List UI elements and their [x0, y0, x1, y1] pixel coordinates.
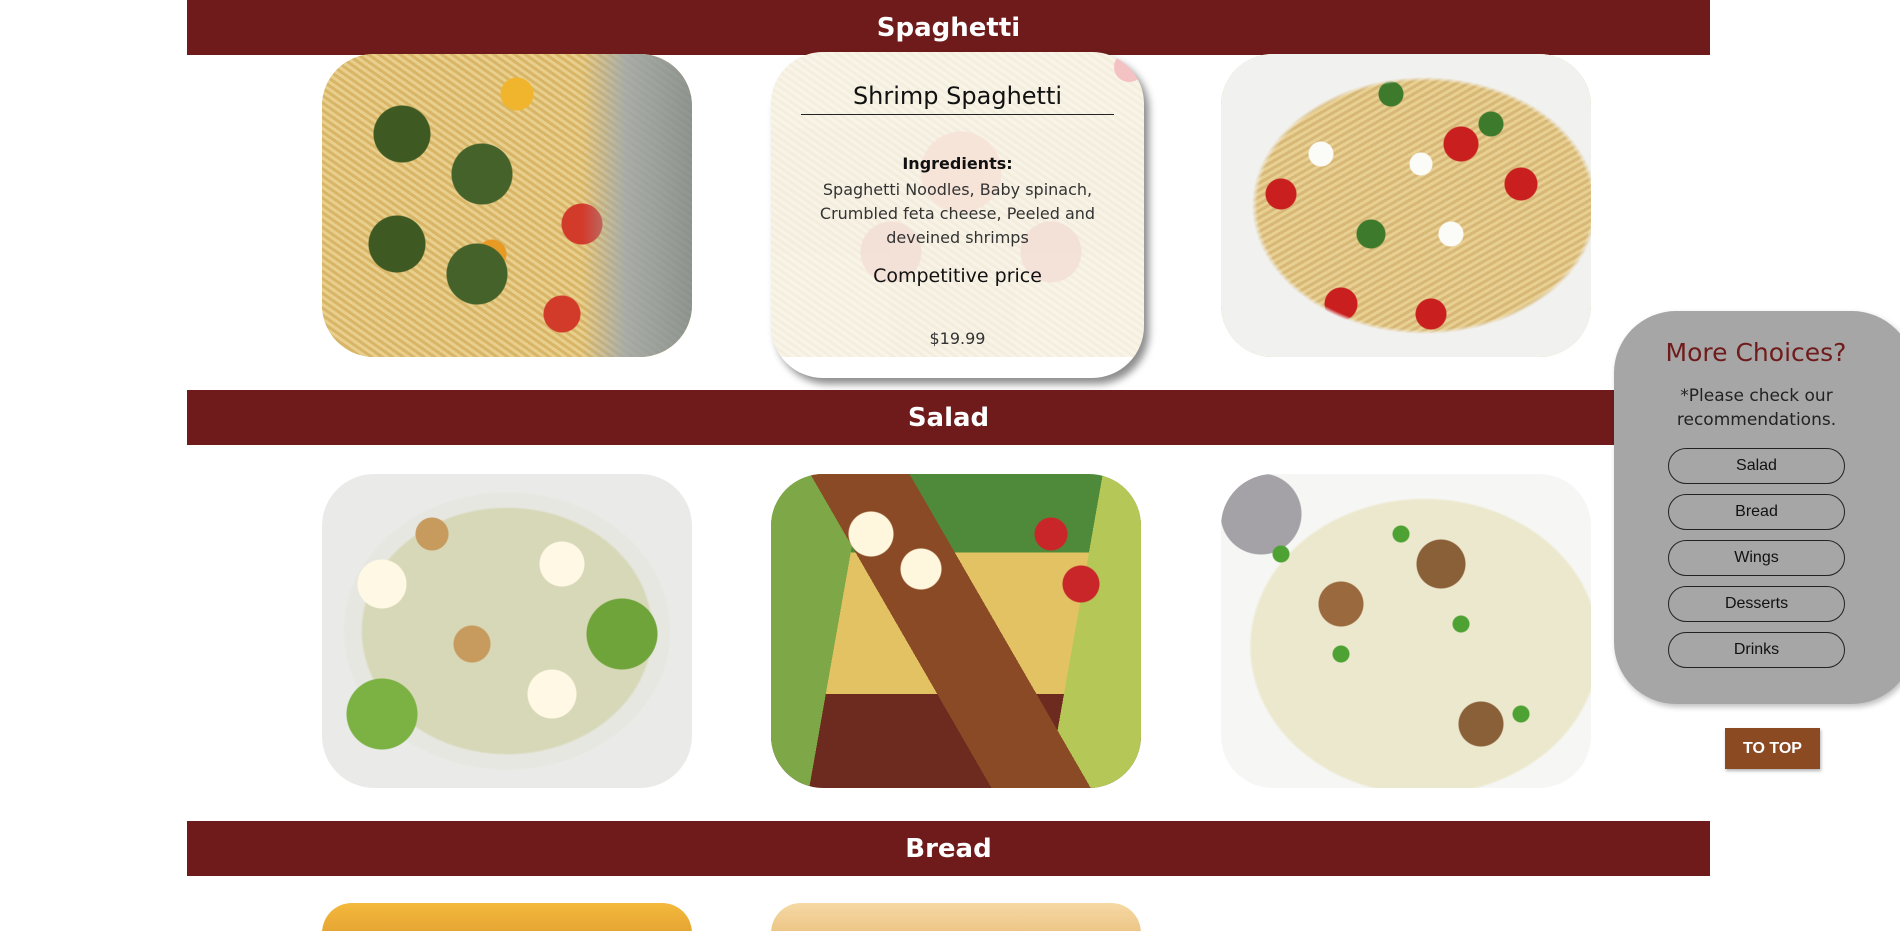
dish-card[interactable]: [1221, 54, 1591, 357]
dish-details: Shrimp Spaghetti Ingredients: Spaghetti …: [771, 52, 1144, 378]
dish-image: [322, 54, 692, 357]
ingredients-heading: Ingredients:: [902, 154, 1013, 173]
dish-card[interactable]: [1221, 474, 1591, 788]
dish-image: [771, 903, 1141, 931]
price-subtitle: Competitive price: [873, 265, 1042, 287]
dish-card-hovered[interactable]: Shrimp Spaghetti Ingredients: Spaghetti …: [771, 52, 1144, 378]
nav-button-salad[interactable]: Salad: [1668, 448, 1845, 484]
dish-card[interactable]: [322, 474, 692, 788]
nav-button-wings[interactable]: Wings: [1668, 540, 1845, 576]
section-header-bread: Bread: [187, 821, 1710, 876]
nav-button-bread[interactable]: Bread: [1668, 494, 1845, 530]
dish-card[interactable]: [771, 474, 1141, 788]
dish-image: [322, 903, 692, 931]
more-choices-panel: More Choices? *Please check our recommen…: [1614, 311, 1900, 704]
dish-price: $19.99: [929, 329, 986, 348]
dish-image: [322, 474, 692, 788]
nav-button-drinks[interactable]: Drinks: [1668, 632, 1845, 668]
dish-card[interactable]: [771, 903, 1141, 931]
nav-button-desserts[interactable]: Desserts: [1668, 586, 1845, 622]
ingredients-text: Spaghetti Noodles, Baby spinach, Crumble…: [819, 180, 1096, 247]
dish-image: [1221, 54, 1591, 357]
dish-image: [1221, 474, 1591, 788]
menu-page: Spaghetti Shrimp Spaghetti Ingredients: …: [0, 0, 1900, 931]
dish-card[interactable]: [322, 54, 692, 357]
section-header-salad: Salad: [187, 390, 1710, 445]
section-header-spaghetti: Spaghetti: [187, 0, 1710, 55]
more-choices-title: More Choices?: [1665, 338, 1847, 367]
dish-image: [771, 474, 1141, 788]
dish-title: Shrimp Spaghetti: [801, 82, 1114, 115]
dish-card[interactable]: [322, 903, 692, 931]
recommendation-note: *Please check our recommendations.: [1676, 386, 1837, 430]
to-top-button[interactable]: TO TOP: [1725, 728, 1820, 769]
